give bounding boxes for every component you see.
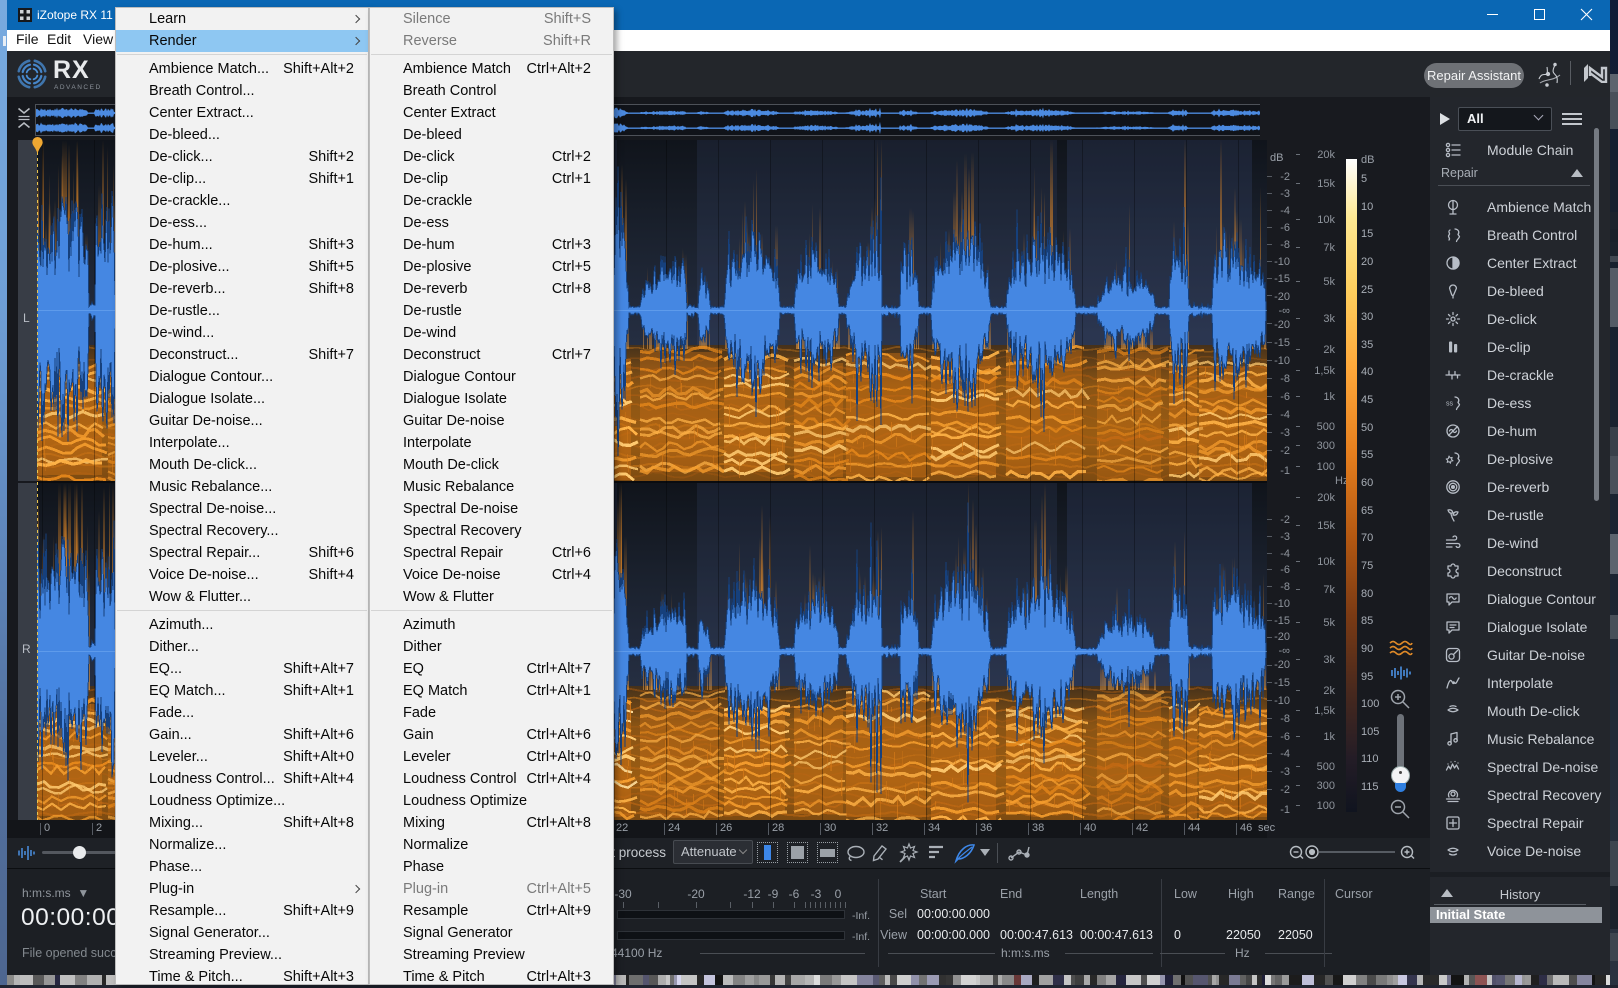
svg-text:ss: ss <box>1446 401 1454 408</box>
